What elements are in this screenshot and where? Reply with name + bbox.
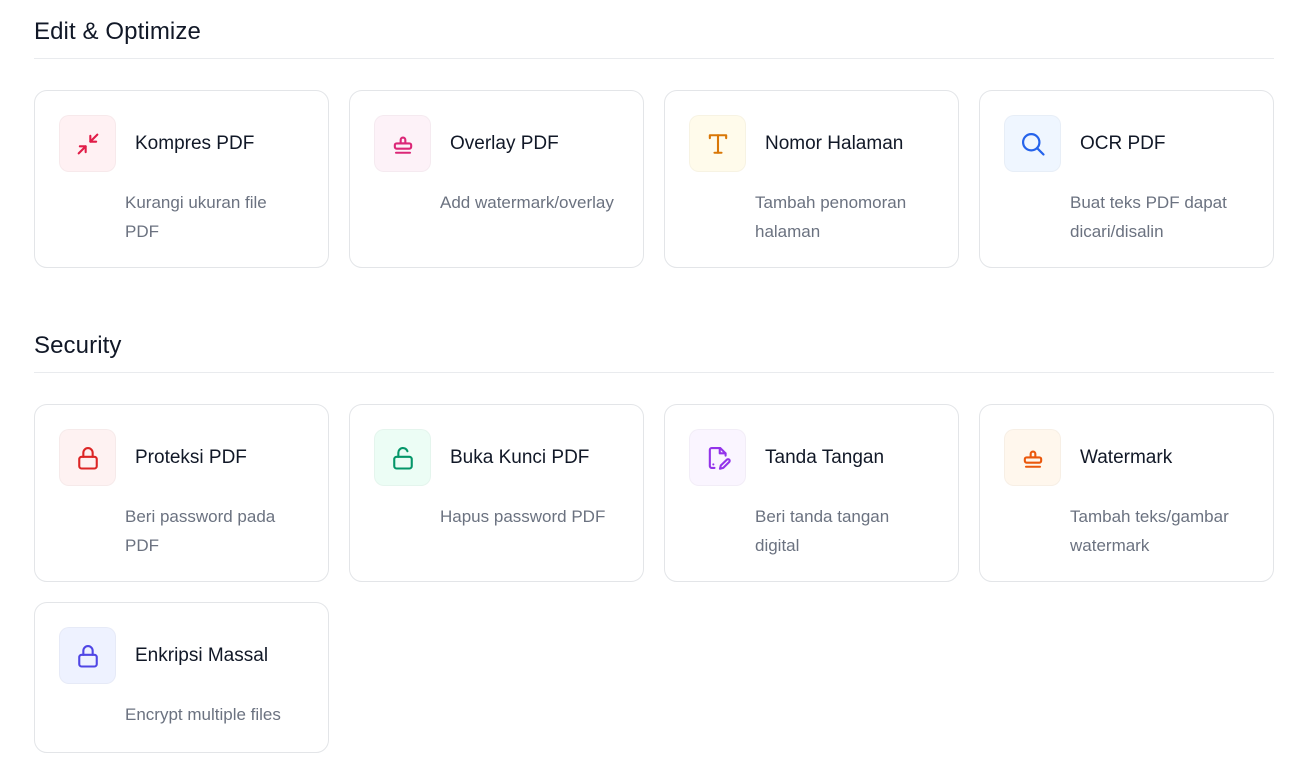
section-title: Edit & Optimize [34,18,201,45]
section-security: Security Proteksi PDF Beri password pada… [34,328,1274,753]
tool-card-nomor-halaman[interactable]: Nomor Halaman Tambah penomoran halaman [664,90,959,268]
section-divider [34,58,1274,59]
tool-card-description: Encrypt multiple files [125,705,281,724]
tool-card-description: Kurangi ukuran file PDF [125,193,267,241]
tool-grid: Kompres PDF Kurangi ukuran file PDF Over… [34,90,1274,268]
tool-card-title: Watermark [1080,446,1173,468]
search-icon [1004,115,1061,172]
tool-card-description: Hapus password PDF [440,507,606,526]
tool-card-title: Kompres PDF [135,132,255,154]
tool-card-watermark[interactable]: Watermark Tambah teks/gambar watermark [979,404,1274,582]
tool-grid: Proteksi PDF Beri password pada PDF Buka… [34,404,1274,753]
tools-page: Edit & Optimize Kompres PDF Kurangi ukur… [0,0,1314,779]
tool-card-title: Nomor Halaman [765,132,904,154]
tool-card-description: Buat teks PDF dapat dicari/disalin [1070,193,1227,241]
tool-card-description: Beri password pada PDF [125,507,276,555]
tool-card-buka-kunci-pdf[interactable]: Buka Kunci PDF Hapus password PDF [349,404,644,582]
tool-card-proteksi-pdf[interactable]: Proteksi PDF Beri password pada PDF [34,404,329,582]
tool-card-kompres-pdf[interactable]: Kompres PDF Kurangi ukuran file PDF [34,90,329,268]
tool-card-enkripsi-massal[interactable]: Enkripsi Massal Encrypt multiple files [34,602,329,753]
tool-card-description: Tambah penomoran halaman [755,193,907,241]
section-edit-optimize: Edit & Optimize Kompres PDF Kurangi ukur… [34,14,1274,268]
type-icon [689,115,746,172]
tool-card-title: Tanda Tangan [765,446,885,468]
stamp-icon [374,115,431,172]
tool-card-ocr-pdf[interactable]: OCR PDF Buat teks PDF dapat dicari/disal… [979,90,1274,268]
tool-card-title: Proteksi PDF [135,446,247,468]
tool-card-title: OCR PDF [1080,132,1166,154]
section-title: Security [34,332,122,359]
section-divider [34,372,1274,373]
compress-icon [59,115,116,172]
tool-card-description: Tambah teks/gambar watermark [1070,507,1229,555]
stamp-icon [1004,429,1061,486]
tool-card-tanda-tangan[interactable]: Tanda Tangan Beri tanda tangan digital [664,404,959,582]
lock-icon [59,429,116,486]
tool-card-title: Enkripsi Massal [135,644,269,666]
tool-card-title: Buka Kunci PDF [450,446,590,468]
unlock-icon [374,429,431,486]
lock-icon [59,627,116,684]
signature-icon [689,429,746,486]
tool-card-description: Beri tanda tangan digital [755,507,890,555]
tool-card-description: Add watermark/overlay [440,193,614,212]
tool-card-title: Overlay PDF [450,132,559,154]
tool-card-overlay-pdf[interactable]: Overlay PDF Add watermark/overlay [349,90,644,268]
